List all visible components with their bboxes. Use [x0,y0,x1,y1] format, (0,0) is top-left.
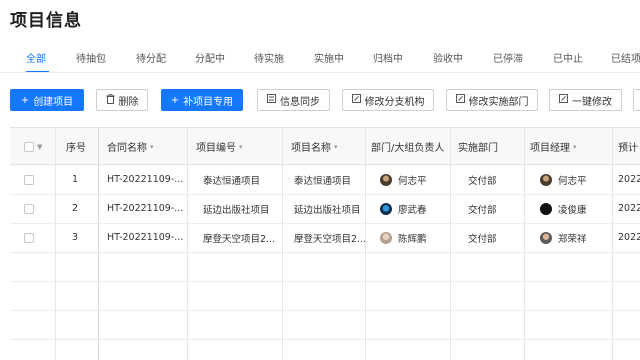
tab-assigning[interactable]: 分配中 [195,50,225,65]
tabs-divider [0,72,640,73]
plus-icon: + [170,94,180,106]
tab-pending-assign[interactable]: 待分配 [136,50,166,65]
avatar [380,231,392,244]
toolbar: + 创建项目 删除 + 补项目专用 信息同步 修改分支机构 修改实施部门 一键修改 [0,89,640,111]
tab-pending-draw[interactable]: 待抽包 [76,50,106,65]
page-title: 项目信息 [10,11,82,31]
row-manager: 何志平 [540,165,612,194]
bulk-edit-button[interactable]: 一键修改 [549,89,622,111]
row-code: 泰达恒通项目 [203,175,261,187]
row-plan: 2022- [618,232,640,243]
edit-icon [559,94,568,106]
tab-archiving[interactable]: 归档中 [373,50,403,65]
row-name[interactable]: 延边出版社项目 [294,194,365,223]
row-manager: 郑荣祥 [540,223,612,252]
avatar [540,202,552,215]
col-name[interactable]: 项目名称 ▾ [291,128,365,165]
supplement-project-button[interactable]: + 补项目专用 [161,89,243,111]
edit-branch-button[interactable]: 修改分支机构 [342,89,434,111]
chevron-down-icon: ▼ [37,142,43,151]
sort-icon: ▾ [334,142,338,151]
row-checkbox[interactable] [24,223,34,252]
checkbox-icon [24,203,34,214]
row-checkbox[interactable] [24,194,34,223]
tab-closed[interactable]: 已结项 [611,50,640,65]
select-all-checkbox[interactable]: ▼ [24,128,54,165]
row-index: 1 [72,174,79,185]
edit-implement-dept-button[interactable]: 修改实施部门 [446,89,538,111]
avatar [540,173,552,186]
row-name[interactable]: 泰达恒通项目 [294,165,365,194]
col-code[interactable]: 项目编号 ▾ [196,128,282,165]
trash-icon [105,93,115,107]
row-impl-dept: 交付部 [468,233,497,245]
col-impl-dept: 实施部门 [458,143,498,154]
sync-icon [267,94,276,106]
row-index: 2 [72,203,79,214]
checkbox-icon [24,141,34,152]
row-index: 3 [72,232,79,243]
row-plan: 2022- [618,203,640,214]
row-dept-lead: 廖武春 [380,194,450,223]
tab-all[interactable]: 全部 [26,50,46,65]
avatar [540,231,552,244]
row-code: 延边出版社项目 [203,204,270,216]
checkbox-icon [24,232,34,243]
avatar [380,173,392,186]
tab-accepting[interactable]: 验收中 [433,50,463,65]
row-manager: 凌俊康 [540,194,612,223]
col-index: 序号 [66,143,86,154]
row-contract[interactable]: HT-20221109-... [107,223,187,252]
row-dept-lead: 陈辉鹏 [380,223,450,252]
row-code: 摩登天空项目2... [203,233,276,245]
sort-icon: ▾ [573,142,577,151]
row-contract[interactable]: HT-20221109-... [107,194,187,223]
row-contract[interactable]: HT-20221109-... [107,165,187,194]
edit-icon [351,94,361,106]
delete-button[interactable]: 删除 [96,89,148,111]
row-checkbox[interactable] [24,165,34,194]
row-impl-dept: 交付部 [468,175,497,187]
col-plan: 预计 [618,143,638,154]
tab-pending-implement[interactable]: 待实施 [254,50,284,65]
checkbox-icon [24,174,34,185]
sort-icon: ▾ [239,142,243,151]
col-contract[interactable]: 合同名称 ▾ [107,128,187,165]
avatar [380,202,392,215]
status-tabs: 全部 待抽包 待分配 分配中 待实施 实施中 归档中 验收中 已停滞 已中止 已… [0,50,640,73]
col-dept-lead: 部门/大组负责人 [371,143,445,154]
plus-icon: + [20,94,30,106]
row-dept-lead: 何志平 [380,165,450,194]
toolbar-overflow-button[interactable] [633,89,640,111]
tab-stalled[interactable]: 已停滞 [493,50,523,65]
col-manager[interactable]: 项目经理 ▾ [530,128,612,165]
edit-icon [455,94,465,106]
project-table: ▼ 序号 合同名称 ▾ 项目编号 ▾ 项目名称 ▾ 部门/大组负责人 实施部门 项目经… [10,127,640,360]
create-project-button[interactable]: + 创建项目 [10,89,84,111]
info-sync-button[interactable]: 信息同步 [257,89,330,111]
sort-icon: ▾ [150,142,154,151]
row-plan: 2022- [618,174,640,185]
row-name[interactable]: 摩登天空项目2... [294,223,365,252]
tab-aborted[interactable]: 已中止 [553,50,583,65]
tab-implementing[interactable]: 实施中 [314,50,344,65]
row-impl-dept: 交付部 [468,204,497,216]
